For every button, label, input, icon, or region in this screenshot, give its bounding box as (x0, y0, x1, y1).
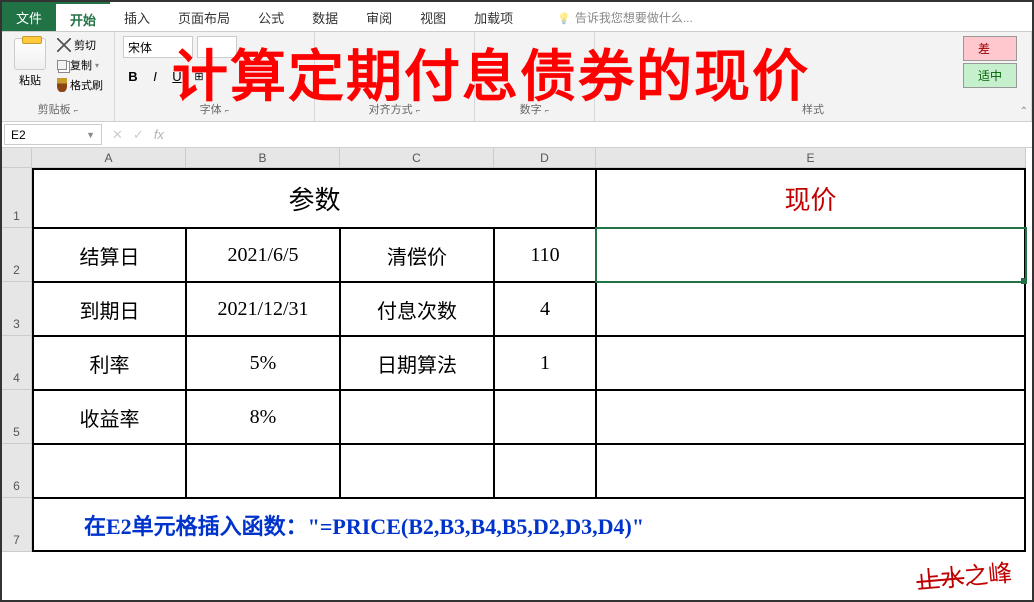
cell-b4[interactable]: 5% (186, 336, 340, 390)
brush-icon (57, 78, 67, 92)
col-header-e[interactable]: E (596, 148, 1026, 168)
cell-c6[interactable] (340, 444, 494, 498)
signature: 止水之峰 (915, 553, 1014, 596)
name-box[interactable]: E2 ▼ (4, 124, 102, 145)
clipboard-icon (14, 38, 46, 70)
alignment-group-label: 对齐方式 ⌐ (323, 99, 466, 119)
clipboard-group-label: 剪贴板 ⌐ (10, 99, 106, 119)
paste-button[interactable]: 粘贴 (10, 36, 50, 90)
accept-formula-icon[interactable]: ✓ (133, 127, 144, 143)
styles-group-label: 样式 (603, 99, 1023, 119)
row-header-4[interactable]: 4 (2, 336, 32, 390)
ribbon: 粘贴 剪切 复制 ▾ 格式刷 剪贴板 ⌐ B I U ⊞ 字体 ⌐ (2, 32, 1032, 122)
number-group-label: 数字 ⌐ (483, 99, 586, 119)
row-header-2[interactable]: 2 (2, 228, 32, 282)
col-header-a[interactable]: A (32, 148, 186, 168)
tab-file[interactable]: 文件 (2, 2, 56, 31)
cell-d5[interactable] (494, 390, 596, 444)
paste-label: 粘贴 (19, 72, 41, 88)
cell-d6[interactable] (494, 444, 596, 498)
format-painter-label: 格式刷 (70, 77, 103, 93)
row-header-6[interactable]: 6 (2, 444, 32, 498)
cell-a6[interactable] (32, 444, 186, 498)
format-painter-button[interactable]: 格式刷 (54, 76, 106, 94)
cell-d4[interactable]: 1 (494, 336, 596, 390)
cell-a2[interactable]: 结算日 (32, 228, 186, 282)
collapse-ribbon-icon[interactable]: ⌃ (1020, 106, 1028, 117)
formula-bar: E2 ▼ ✕ ✓ fx (2, 122, 1032, 148)
cell-e6[interactable] (596, 444, 1026, 498)
cell-b5[interactable]: 8% (186, 390, 340, 444)
row-header-1[interactable]: 1 (2, 168, 32, 228)
cell-e5[interactable] (596, 390, 1026, 444)
cell-c5[interactable] (340, 390, 494, 444)
copy-button[interactable]: 复制 ▾ (54, 56, 106, 74)
cell-d3[interactable]: 4 (494, 282, 596, 336)
cell-e4[interactable] (596, 336, 1026, 390)
style-neutral[interactable]: 适中 (963, 63, 1017, 88)
copy-label: 复制 (70, 57, 92, 73)
cancel-formula-icon[interactable]: ✕ (112, 127, 123, 143)
cell-b3[interactable]: 2021/12/31 (186, 282, 340, 336)
cell-a3[interactable]: 到期日 (32, 282, 186, 336)
cell-c2[interactable]: 清偿价 (340, 228, 494, 282)
tab-review[interactable]: 审阅 (352, 2, 406, 31)
scissors-icon (57, 38, 71, 52)
cell-c4[interactable]: 日期算法 (340, 336, 494, 390)
cell-c3[interactable]: 付息次数 (340, 282, 494, 336)
tab-page-layout[interactable]: 页面布局 (164, 2, 244, 31)
formula-input[interactable] (172, 122, 1032, 147)
tab-view[interactable]: 视图 (406, 2, 460, 31)
row-header-7[interactable]: 7 (2, 498, 32, 552)
cell-formula-note[interactable]: 在E2单元格插入函数："=PRICE(B2,B3,B4,B5,D2,D3,D4)… (32, 498, 1026, 552)
copy-icon (57, 60, 67, 70)
border-button[interactable]: ⊞ (189, 66, 209, 86)
ribbon-group-styles: 差 适中 样式 (595, 32, 1032, 121)
cut-label: 剪切 (74, 37, 96, 53)
col-header-b[interactable]: B (186, 148, 340, 168)
tell-me-search[interactable]: 告诉我您想要做什么... (547, 2, 703, 31)
row-header-3[interactable]: 3 (2, 282, 32, 336)
tab-home[interactable]: 开始 (56, 2, 110, 31)
bold-button[interactable]: B (123, 66, 143, 86)
cell-b6[interactable] (186, 444, 340, 498)
ribbon-group-clipboard: 粘贴 剪切 复制 ▾ 格式刷 剪贴板 ⌐ (2, 32, 115, 121)
font-size-select[interactable] (197, 36, 237, 58)
cell-d2[interactable]: 110 (494, 228, 596, 282)
col-header-d[interactable]: D (494, 148, 596, 168)
cell-price-header[interactable]: 现价 (596, 168, 1026, 228)
tab-data[interactable]: 数据 (298, 2, 352, 31)
cell-params-header[interactable]: 参数 (32, 168, 596, 228)
ribbon-group-font: B I U ⊞ 字体 ⌐ (115, 32, 315, 121)
italic-button[interactable]: I (145, 66, 165, 86)
cell-a5[interactable]: 收益率 (32, 390, 186, 444)
chevron-down-icon: ▼ (86, 130, 95, 140)
fx-icon[interactable]: fx (154, 127, 164, 142)
cell-a4[interactable]: 利率 (32, 336, 186, 390)
font-name-select[interactable] (123, 36, 193, 58)
cell-b2[interactable]: 2021/6/5 (186, 228, 340, 282)
underline-button[interactable]: U (167, 66, 187, 86)
col-header-c[interactable]: C (340, 148, 494, 168)
tab-addins[interactable]: 加载项 (460, 2, 527, 31)
cell-e2[interactable] (596, 228, 1026, 282)
tab-formulas[interactable]: 公式 (244, 2, 298, 31)
ribbon-tabs: 文件 开始 插入 页面布局 公式 数据 审阅 视图 加载项 告诉我您想要做什么.… (2, 2, 1032, 32)
name-box-value: E2 (11, 128, 26, 142)
tab-insert[interactable]: 插入 (110, 2, 164, 31)
spreadsheet-grid: A B C D E 1 参数 现价 2 结算日 2021/6/5 清偿价 110… (2, 148, 1032, 552)
ribbon-group-number: 数字 ⌐ (475, 32, 595, 121)
cell-e3[interactable] (596, 282, 1026, 336)
font-group-label: 字体 ⌐ (123, 99, 306, 119)
row-header-5[interactable]: 5 (2, 390, 32, 444)
cut-button[interactable]: 剪切 (54, 36, 106, 54)
ribbon-group-alignment: 对齐方式 ⌐ (315, 32, 475, 121)
style-bad[interactable]: 差 (963, 36, 1017, 61)
select-all-corner[interactable] (2, 148, 32, 168)
